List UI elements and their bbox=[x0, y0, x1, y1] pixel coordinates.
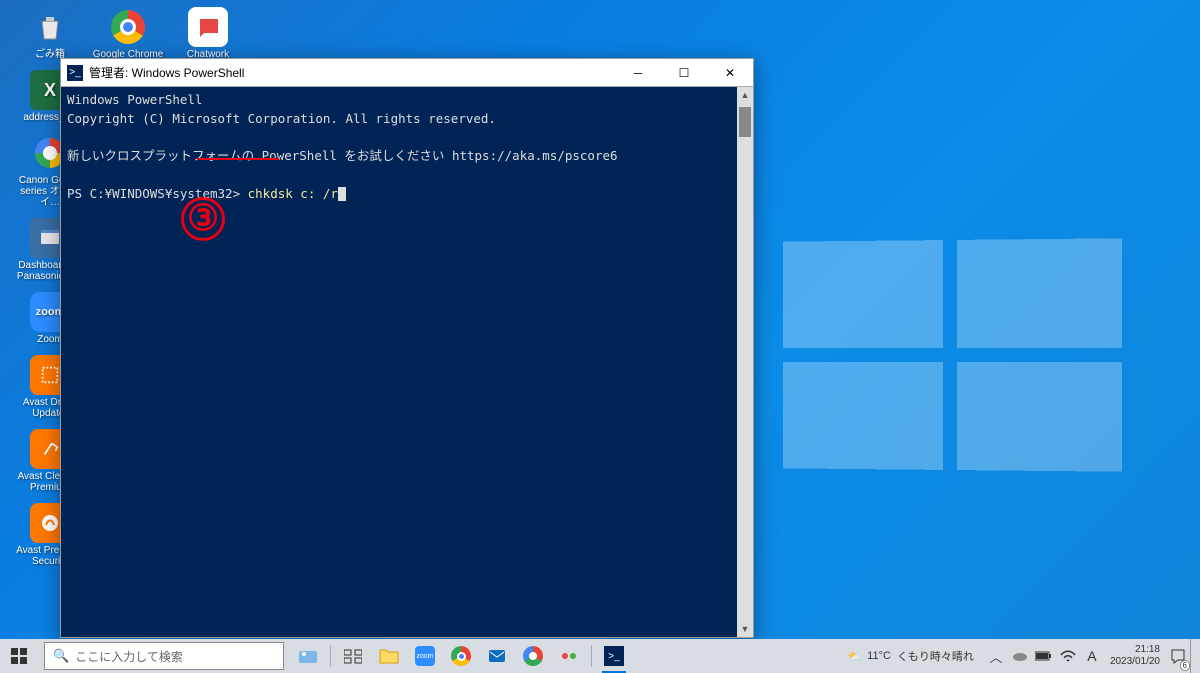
taskbar-separator bbox=[591, 645, 592, 667]
annotation-circle-3: ③ bbox=[181, 197, 225, 241]
tray-weather[interactable]: ⛅ 11°C くもり時々晴れ bbox=[837, 648, 983, 664]
weather-temp: 11°C bbox=[867, 650, 891, 662]
window-scrollbar[interactable]: ▲ ▼ bbox=[737, 87, 753, 637]
terminal-body[interactable]: Windows PowerShell Copyright (C) Microso… bbox=[61, 87, 753, 637]
terminal-prompt: PS C:¥WINDOWS¥system32> bbox=[67, 186, 248, 201]
tray-ime-mode[interactable]: A bbox=[1080, 639, 1104, 673]
taskbar-chrome-profile[interactable] bbox=[515, 639, 551, 673]
terminal-line: Windows PowerShell bbox=[67, 92, 202, 107]
search-placeholder: ここに入力して検索 bbox=[75, 648, 183, 665]
tray-battery-icon[interactable] bbox=[1032, 639, 1056, 673]
weather-icon: ⛅ bbox=[847, 650, 861, 663]
terminal-line: 新しいクロスプラットフォームの PowerShell をお試しください http… bbox=[67, 148, 618, 163]
taskbar-mail[interactable] bbox=[479, 639, 515, 673]
tray-chevron-up-icon[interactable]: ︿ bbox=[984, 639, 1008, 673]
tray-notifications-icon[interactable]: 6 bbox=[1166, 639, 1190, 673]
annotation-underline bbox=[197, 158, 279, 160]
powershell-window: >_ 管理者: Windows PowerShell ─ ☐ ✕ Windows… bbox=[60, 58, 754, 638]
desktop-icons-col2: Google Chrome bbox=[88, 5, 168, 62]
terminal-line: Copyright (C) Microsoft Corporation. All… bbox=[67, 111, 496, 126]
scrollbar-down-icon[interactable]: ▼ bbox=[737, 621, 753, 637]
taskbar-separator bbox=[330, 645, 331, 667]
start-button[interactable] bbox=[0, 639, 38, 673]
taskbar-chrome[interactable] bbox=[443, 639, 479, 673]
desktop-icon-chatwork[interactable]: Chatwork bbox=[168, 5, 248, 62]
close-button[interactable]: ✕ bbox=[707, 59, 753, 86]
system-tray: ⛅ 11°C くもり時々晴れ ︿ A 21:18 2023/01/20 6 bbox=[837, 639, 1200, 673]
desktop-icon-label: Zoom bbox=[37, 334, 63, 345]
tray-time: 21:18 bbox=[1135, 644, 1160, 656]
taskbar-file-explorer[interactable] bbox=[371, 639, 407, 673]
taskbar-powershell[interactable]: >_ bbox=[596, 639, 632, 673]
search-box[interactable]: 🔍 ここに入力して検索 bbox=[44, 642, 284, 670]
tray-show-desktop[interactable] bbox=[1190, 639, 1196, 673]
tray-onedrive-icon[interactable] bbox=[1008, 639, 1032, 673]
taskbar-task-view[interactable] bbox=[335, 639, 371, 673]
weather-text: くもり時々晴れ bbox=[897, 648, 974, 664]
taskbar-zoom[interactable]: zoom bbox=[407, 639, 443, 673]
tray-date: 2023/01/20 bbox=[1110, 656, 1160, 668]
taskbar-pinned-apps: zoom >_ bbox=[290, 639, 632, 673]
taskbar-unknown-icon[interactable] bbox=[290, 639, 326, 673]
scrollbar-up-icon[interactable]: ▲ bbox=[737, 87, 753, 103]
terminal-command: chkdsk c: /r bbox=[248, 186, 338, 201]
tray-wifi-icon[interactable] bbox=[1056, 639, 1080, 673]
search-icon: 🔍 bbox=[53, 648, 69, 664]
notification-badge: 6 bbox=[1180, 660, 1190, 671]
maximize-button[interactable]: ☐ bbox=[661, 59, 707, 86]
taskbar-chatwork[interactable] bbox=[551, 639, 587, 673]
minimize-button[interactable]: ─ bbox=[615, 59, 661, 86]
desktop-icon-recycle-bin[interactable]: ごみ箱 bbox=[10, 5, 90, 62]
scrollbar-thumb[interactable] bbox=[739, 107, 751, 137]
desktop-icon-chrome[interactable]: Google Chrome bbox=[88, 5, 168, 62]
wallpaper-windows-logo bbox=[783, 238, 1122, 471]
window-titlebar[interactable]: >_ 管理者: Windows PowerShell ─ ☐ ✕ bbox=[61, 59, 753, 87]
taskbar: 🔍 ここに入力して検索 zoom >_ ⛅ 11°C くもり時々晴れ ︿ A 2… bbox=[0, 639, 1200, 673]
tray-clock[interactable]: 21:18 2023/01/20 bbox=[1104, 644, 1166, 668]
window-title: 管理者: Windows PowerShell bbox=[89, 64, 244, 81]
terminal-cursor bbox=[338, 187, 346, 201]
desktop-icons-col3: Chatwork bbox=[168, 5, 248, 62]
powershell-icon: >_ bbox=[67, 65, 83, 81]
